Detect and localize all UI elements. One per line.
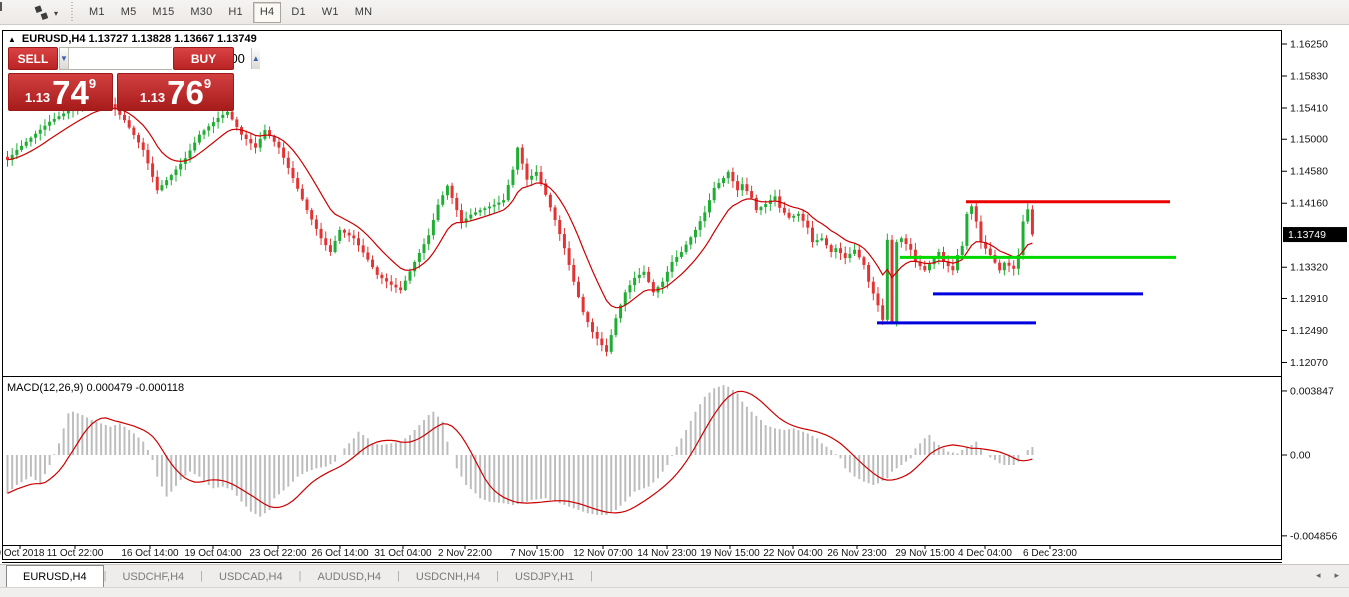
- symbol-tab-EURUSDH4[interactable]: EURUSD,H4: [6, 565, 104, 587]
- chart-title: ▲ EURUSD,H4 1.13727 1.13828 1.13667 1.13…: [8, 33, 257, 45]
- date-axis-label: 19 Oct 04:00: [184, 548, 242, 559]
- ask-price-big: 76: [167, 79, 204, 107]
- buy-button[interactable]: BUY: [173, 47, 234, 70]
- toolbar: ◆◆ ▾ M1M5M15M30H1 H4D1 W1MN: [0, 0, 1349, 25]
- timeframe-H4[interactable]: H4: [253, 2, 281, 23]
- macd-axis-label: -0.004856: [1290, 530, 1337, 542]
- date-axis-label: 26 Oct 14:00: [311, 548, 369, 559]
- one-click-trading-widget: SELL ▼ ▲ BUY 1.13 74 9 1.13 76 9: [8, 47, 234, 111]
- volume-up-button[interactable]: ▲: [251, 48, 260, 69]
- date-axis-label: 7 Nov 15:00: [510, 548, 564, 559]
- volume-down-button[interactable]: ▼: [60, 48, 69, 69]
- symbol-tab-USDCNHH4[interactable]: USDCNH,H4: [400, 566, 496, 587]
- date-axis-label: 9 Oct 2018: [0, 548, 45, 559]
- symbol-tabbar: EURUSD,H4|USDCHF,H4|USDCAD,H4|AUDUSD,H4|…: [0, 564, 1349, 587]
- date-axis-label: 26 Nov 23:00: [827, 548, 887, 559]
- timeframe-buttons: M1M5M15M30H1 H4D1 W1MN: [81, 0, 380, 25]
- toolbar-grip[interactable]: [70, 2, 75, 22]
- date-axis-label: 4 Dec 04:00: [958, 548, 1012, 559]
- price-axis-label: 1.13320: [1290, 262, 1328, 274]
- date-axis-label: 12 Nov 07:00: [573, 548, 633, 559]
- tab-scroll-right-icon[interactable]: ▸: [1334, 570, 1339, 581]
- date-axis-label: 11 Oct 22:00: [47, 548, 104, 559]
- sell-button[interactable]: SELL: [8, 47, 58, 70]
- symbol-tab-USDCADH4[interactable]: USDCAD,H4: [203, 566, 299, 587]
- macd-indicator-label: MACD(12,26,9) 0.000479 -0.000118: [7, 382, 184, 394]
- ma-line: [8, 108, 1033, 307]
- macd-axis-label: 0.003847: [1290, 385, 1334, 397]
- tab-separator: |: [590, 570, 593, 582]
- price-axis-label: 1.15000: [1290, 134, 1328, 146]
- timeframe-M1[interactable]: M1: [83, 3, 111, 22]
- date-axis-label: 14 Nov 23:00: [637, 548, 697, 559]
- ask-price-sup: 9: [204, 76, 211, 91]
- current-price-tag: 1.13749: [1283, 227, 1347, 242]
- bid-price-sup: 9: [89, 76, 96, 91]
- macd-signal-line: [8, 391, 1033, 513]
- price-axis-label: 1.14580: [1290, 166, 1328, 178]
- tile-charts-icon[interactable]: ◆◆: [32, 3, 52, 21]
- price-axis-label: 1.16250: [1290, 39, 1328, 51]
- price-axis-label: 1.15410: [1290, 103, 1328, 115]
- current-price-label: 1.13749: [1288, 229, 1326, 241]
- symbol-tab-AUDUSDH4[interactable]: AUDUSD,H4: [301, 566, 397, 587]
- timeframe-MN[interactable]: MN: [349, 3, 379, 22]
- symbol-tabs: EURUSD,H4|USDCHF,H4|USDCAD,H4|AUDUSD,H4|…: [6, 564, 593, 587]
- ask-price-small: 1.13: [140, 90, 165, 105]
- cursor-box-icon[interactable]: [2, 3, 22, 21]
- date-axis-label: 16 Oct 14:00: [121, 548, 179, 559]
- timeframe-M5[interactable]: M5: [115, 3, 143, 22]
- collapse-arrow-icon[interactable]: ▲: [8, 35, 16, 44]
- bid-price-panel[interactable]: 1.13 74 9: [8, 73, 113, 111]
- tab-scroll-arrows: ◂ ▸: [1316, 570, 1339, 581]
- price-axis: 1.16250 1.15830 1.15410 1.15000 1.14580 1.141…: [1282, 39, 1328, 369]
- timeframe-H1[interactable]: H1: [222, 3, 248, 22]
- ask-price-panel[interactable]: 1.13 76 9: [117, 73, 234, 111]
- timeframe-M15[interactable]: M15: [146, 3, 180, 22]
- dropdown-caret-icon[interactable]: ▾: [54, 9, 58, 18]
- bid-price-small: 1.13: [25, 90, 50, 105]
- macd-axis-label: 0.00: [1290, 450, 1311, 462]
- price-axis-label: 1.14160: [1290, 198, 1328, 210]
- date-axis-label: 23 Oct 22:00: [249, 548, 307, 559]
- volume-stepper: ▼ ▲: [59, 47, 172, 70]
- date-axis: 9 Oct 201811 Oct 22:00 16 Oct 14:00 19 Oct…: [0, 545, 1077, 559]
- timeframe-M30[interactable]: M30: [184, 3, 218, 22]
- bid-price-big: 74: [52, 79, 89, 107]
- price-axis-label: 1.12070: [1290, 357, 1328, 369]
- timeframe-D1[interactable]: D1: [285, 3, 311, 22]
- date-axis-label: 2 Nov 22:00: [438, 548, 492, 559]
- timeframe-W1[interactable]: W1: [316, 3, 345, 22]
- price-axis-label: 1.15830: [1290, 71, 1328, 83]
- tab-scroll-left-icon[interactable]: ◂: [1316, 570, 1321, 581]
- mt4-window: ◆◆ ▾ M1M5M15M30H1 H4D1 W1MN 1.16250 1.15830…: [0, 0, 1349, 597]
- statusbar: [0, 587, 1349, 597]
- macd-axis: 0.003847 0.00 -0.004856: [1282, 385, 1337, 542]
- price-axis-label: 1.12490: [1290, 325, 1328, 337]
- date-axis-label: 19 Nov 15:00: [700, 548, 760, 559]
- candles-group: [6, 94, 1034, 356]
- date-axis-label: 31 Oct 04:00: [374, 548, 432, 559]
- macd-histogram: [8, 385, 1033, 517]
- price-axis-label: 1.12910: [1290, 293, 1328, 305]
- date-axis-label: 6 Dec 23:00: [1023, 548, 1077, 559]
- symbol-ohlc-title: EURUSD,H4 1.13727 1.13828 1.13667 1.1374…: [22, 33, 257, 45]
- date-axis-label: 22 Nov 04:00: [763, 548, 823, 559]
- symbol-tab-USDJPYH1[interactable]: USDJPY,H1: [499, 566, 590, 587]
- date-axis-label: 29 Nov 15:00: [895, 548, 955, 559]
- symbol-tab-USDCHFH4[interactable]: USDCHF,H4: [106, 566, 200, 587]
